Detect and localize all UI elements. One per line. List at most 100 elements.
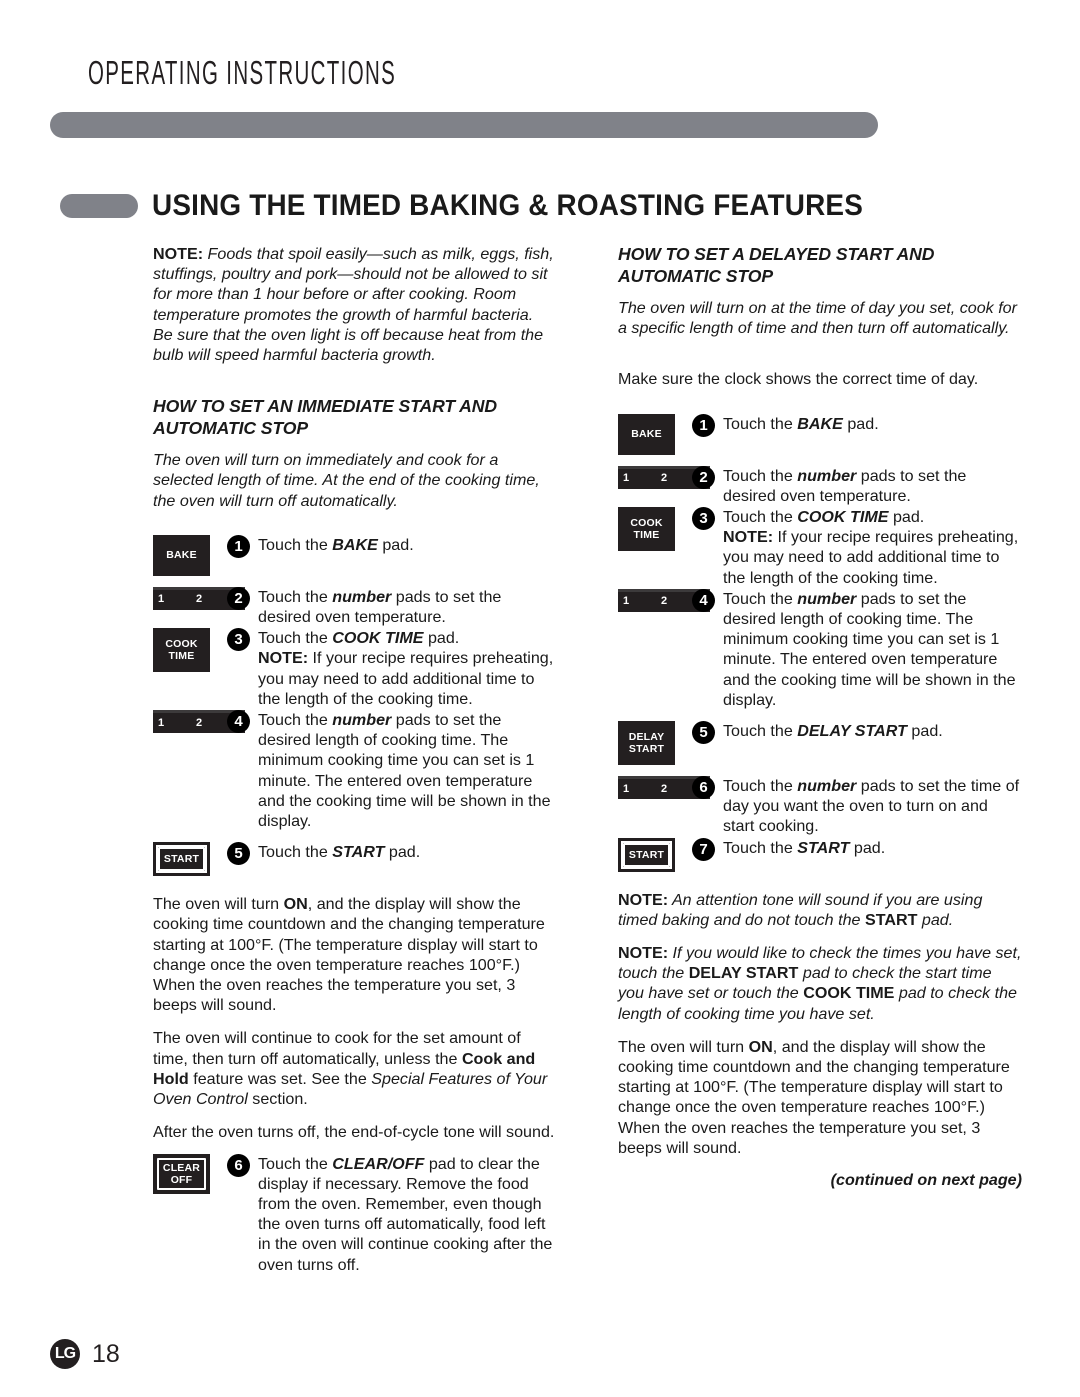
pad-label: START <box>628 848 665 861</box>
step-text-post: pad. <box>384 843 421 862</box>
step-key: DELAY START <box>797 722 907 741</box>
delay-start-pad[interactable]: DELAY START <box>618 721 675 766</box>
cook-time-pad[interactable]: COOK TIME <box>618 507 675 552</box>
step-key: START <box>332 843 385 862</box>
number-1: 1 <box>623 595 630 608</box>
note-emphasis: DELAY START <box>688 964 799 983</box>
note-label: NOTE: <box>618 944 669 963</box>
note-emphasis: START <box>864 910 918 929</box>
step-body: 4 Touch the number pads to set the desir… <box>227 709 557 831</box>
pad-slot: 1 2 3 <box>618 465 710 489</box>
step-number-3: 3 <box>227 628 250 652</box>
step-number-6: 6 <box>227 1153 250 1177</box>
step-text-pre: Touch the <box>723 777 798 796</box>
cook-time-pad[interactable]: COOK TIME <box>153 628 210 673</box>
step-text-6: Touch the CLEAR/OFF pad to clear the dis… <box>258 1153 557 1275</box>
bake-pad[interactable]: BAKE <box>618 413 675 455</box>
pad-slot: BAKE <box>618 413 692 455</box>
step-key: CLEAR/OFF <box>332 1154 425 1173</box>
number-2: 2 <box>195 716 203 729</box>
left-column: NOTE: Foods that spoil easily—such as mi… <box>153 244 557 1275</box>
para-oven-on: The oven will turn ON, and the display w… <box>153 894 557 1015</box>
step-text-post: pad. <box>423 629 460 648</box>
number-2: 2 <box>660 595 668 608</box>
number-2: 2 <box>660 472 668 485</box>
step-row-2: 1 2 3 2 Touch the number pads to set the… <box>618 465 1022 506</box>
lg-logo-icon: LG <box>50 1339 80 1369</box>
pad-slot: START <box>618 837 692 872</box>
intro-immediate-start: The oven will turn on immediately and co… <box>153 451 540 510</box>
step-text-post: pad. <box>842 414 879 433</box>
heading-immediate-start: HOW TO SET AN IMMEDIATE START AND AUTOMA… <box>153 396 498 438</box>
step-text-pre: Touch the <box>258 711 333 730</box>
para-emphasis: ON <box>283 895 308 914</box>
para-oven-on: The oven will turn ON, and the display w… <box>618 1037 1022 1158</box>
page-footer: LG 18 <box>50 1339 120 1369</box>
number-2: 2 <box>660 782 668 795</box>
para-part: feature was set. See the <box>188 1069 372 1088</box>
step-text-pre: Touch the <box>258 1154 333 1173</box>
pad-label: BAKE <box>166 549 197 562</box>
step-text-pre: Touch the <box>723 414 798 433</box>
step-text-4: Touch the number pads to set the desired… <box>723 588 1022 710</box>
step-body: 5 Touch the DELAY START pad. <box>692 720 1022 745</box>
step-number-7: 7 <box>692 837 715 861</box>
step-number-6: 6 <box>692 776 715 800</box>
step-key: BAKE <box>332 535 378 554</box>
step-row-1: BAKE 1 Touch the BAKE pad. <box>618 413 1022 455</box>
pad-slot: DELAY START <box>618 720 692 766</box>
pad-label-line1: COOK <box>165 638 198 651</box>
pad-slot: 1 2 3 <box>153 586 245 610</box>
note-body: Foods that spoil easily—such as milk, eg… <box>153 245 554 365</box>
pad-label-line2: START <box>628 743 665 756</box>
running-header: OPERATING INSTRUCTIONS <box>88 54 397 91</box>
note-part: pad. <box>917 910 954 929</box>
pad-label-line2: TIME <box>633 529 660 542</box>
clear-off-pad[interactable]: CLEAR OFF <box>153 1153 210 1194</box>
start-pad[interactable]: START <box>153 842 210 877</box>
step-text-5: Touch the START pad. <box>258 841 557 862</box>
step-number-3: 3 <box>692 507 715 531</box>
note-label: NOTE: <box>723 528 774 547</box>
start-pad[interactable]: START <box>618 837 675 872</box>
step-text-pre: Touch the <box>723 838 798 857</box>
step-row-6: 1 2 3 6 Touch the number pads to set the… <box>618 775 1022 837</box>
step-row-7: START 7 Touch the START pad. <box>618 837 1022 872</box>
pad-slot: BAKE <box>153 534 227 576</box>
step-key: number <box>332 587 392 606</box>
step-row-5: START 5 Touch the START pad. <box>153 841 557 877</box>
step-number-2: 2 <box>227 586 250 610</box>
step-row-4: 1 2 3 4 Touch the number pads to set the… <box>618 588 1022 710</box>
step-text-pre: Touch the <box>258 629 333 648</box>
step-body: 4 Touch the number pads to set the desir… <box>692 588 1022 710</box>
step-text-post: pad. <box>849 838 886 857</box>
note-label: NOTE: <box>153 245 204 263</box>
number-2: 2 <box>195 593 203 606</box>
step-body: 1 Touch the BAKE pad. <box>227 534 557 558</box>
pad-label: START <box>163 853 200 866</box>
para-clock-check: Make sure the clock shows the correct ti… <box>618 370 979 389</box>
step-number-4: 4 <box>227 710 250 734</box>
para-part: The oven will turn <box>618 1037 749 1056</box>
step-row-4: 1 2 3 4 Touch the number pads to set the… <box>153 709 557 831</box>
pad-slot: CLEAR OFF <box>153 1153 227 1194</box>
pad-slot: COOK TIME <box>153 627 227 673</box>
pad-label-line2: TIME <box>168 650 195 663</box>
step-key: number <box>332 711 392 730</box>
intro-delayed-start: The oven will turn on at the time of day… <box>618 299 1017 338</box>
step-body: 3 Touch the COOK TIME pad. NOTE: If your … <box>227 627 557 709</box>
heading-delayed-start: HOW TO SET A DELAYED START AND AUTOMATIC… <box>618 244 935 286</box>
step-text-7: Touch the START pad. <box>723 837 1022 858</box>
step-text-pre: Touch the <box>723 508 798 527</box>
step-body: 3 Touch the COOK TIME pad. NOTE: If your … <box>692 506 1022 588</box>
step-text-pre: Touch the <box>723 466 798 485</box>
page-number: 18 <box>92 1339 120 1368</box>
step-key: number <box>797 777 857 796</box>
bake-pad[interactable]: BAKE <box>153 534 210 576</box>
